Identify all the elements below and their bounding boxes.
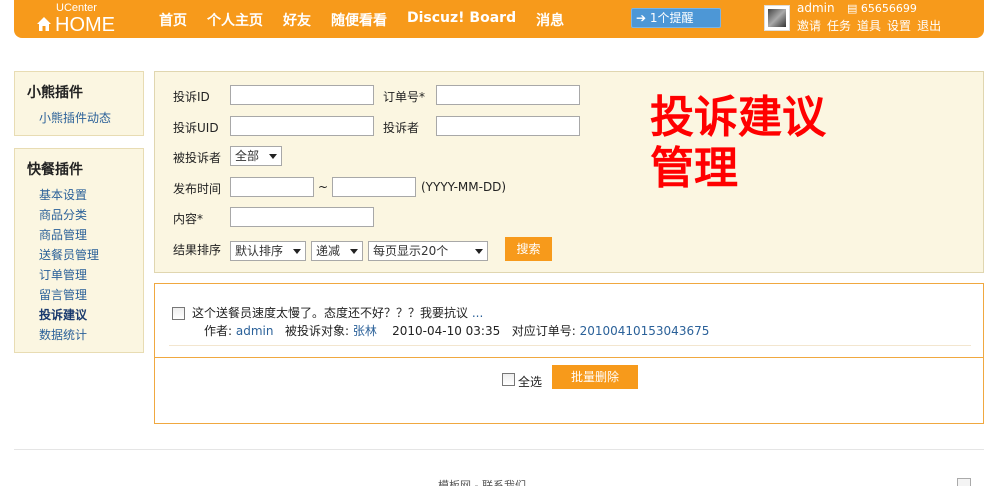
label-complained: 被投诉者 xyxy=(173,151,222,165)
sidebar-title-fastfood: 快餐插件 xyxy=(27,162,83,178)
row-checkbox[interactable] xyxy=(172,307,185,320)
batch-delete-button[interactable]: 批量删除 xyxy=(552,365,638,389)
nav-home[interactable]: 首页 xyxy=(159,10,187,30)
label-complaint-id: 投诉ID xyxy=(173,90,210,104)
target-link[interactable]: 张林 xyxy=(353,324,377,338)
date-start-input[interactable] xyxy=(230,177,314,197)
link-logout[interactable]: 退出 xyxy=(917,17,941,34)
link-settings[interactable]: 设置 xyxy=(887,17,911,34)
complaint-meta: 作者: admin 被投诉对象: 张林 2010-04-10 03:35 对应订… xyxy=(204,322,709,339)
page-size-select-value: 每页显示20个 xyxy=(373,244,449,258)
target-label: 被投诉对象: xyxy=(284,324,349,338)
order-no-input[interactable] xyxy=(436,85,580,105)
nav-messages[interactable]: 消息 xyxy=(536,10,564,30)
label-publish-time: 发布时间 xyxy=(173,182,222,196)
sidebar-item-categories[interactable]: 商品分类 xyxy=(39,205,143,225)
sidebar-box-bear: 小熊插件 小熊插件动态 xyxy=(14,71,144,136)
coin-icon: ▤ xyxy=(847,2,858,15)
complaint-time: 2010-04-10 03:35 xyxy=(392,324,501,338)
avatar-image xyxy=(768,9,786,27)
select-all-checkbox[interactable] xyxy=(502,373,515,386)
link-invite[interactable]: 邀请 xyxy=(797,17,821,34)
order-link[interactable]: 20100410153043675 xyxy=(580,324,710,338)
complained-select[interactable]: 全部 xyxy=(230,146,282,166)
sidebar-item-complaints[interactable]: 投诉建议 xyxy=(39,305,143,325)
complaint-uid-input[interactable] xyxy=(230,116,374,136)
logo-ucenter: UCenter xyxy=(56,2,97,14)
complaint-more-link[interactable]: ... xyxy=(472,306,483,320)
complaint-content: 这个送餐员速度太慢了。态度还不好？？？我要抗议 xyxy=(192,306,469,320)
page-size-select[interactable]: 每页显示20个 xyxy=(368,241,488,261)
sidebar-item-products[interactable]: 商品管理 xyxy=(39,225,143,245)
content-input[interactable] xyxy=(230,207,374,227)
nav-friends[interactable]: 好友 xyxy=(283,10,311,30)
complaint-text: 这个送餐员速度太慢了。态度还不好？？？我要抗议 ... xyxy=(192,304,483,321)
user-score-value: 65656699 xyxy=(860,2,917,15)
sidebar-box-fastfood: 快餐插件 基本设置 商品分类 商品管理 送餐员管理 订单管理 留言管理 投诉建议… xyxy=(14,148,144,353)
sort-select[interactable]: 默认排序 xyxy=(230,241,306,261)
sidebar-item-messages[interactable]: 留言管理 xyxy=(39,285,143,305)
page-title-line2: 管理 xyxy=(650,143,738,194)
order-select[interactable]: 递减 xyxy=(311,241,363,261)
complaint-id-input[interactable] xyxy=(230,85,374,105)
search-panel: 投诉ID 订单号* 投诉UID 投诉者 被投诉者 全部 发布时间 ~ (YYYY… xyxy=(154,71,984,273)
date-separator: ~ xyxy=(318,180,329,194)
footer-text[interactable]: 模板网 - 联系我们 xyxy=(438,477,526,486)
logo-home: HOME xyxy=(36,14,115,36)
section-divider xyxy=(155,357,983,358)
author-link[interactable]: admin xyxy=(236,324,274,338)
user-links: 邀请 任务 道具 设置 退出 xyxy=(797,17,941,34)
chevron-down-icon xyxy=(269,154,277,159)
link-items[interactable]: 道具 xyxy=(857,17,881,34)
date-end-input[interactable] xyxy=(332,177,416,197)
top-header: UCenter HOME 首页 个人主页 好友 随便看看 Discuz! Boa… xyxy=(14,0,984,38)
results-panel: 这个送餐员速度太慢了。态度还不好？？？我要抗议 ... 作者: admin 被投… xyxy=(154,283,984,424)
main-nav: 首页 个人主页 好友 随便看看 Discuz! Board 消息 xyxy=(159,10,584,30)
nav-browse[interactable]: 随便看看 xyxy=(331,10,387,30)
sidebar-item-basic-settings[interactable]: 基本设置 xyxy=(39,185,143,205)
sidebar-title-bear: 小熊插件 xyxy=(27,85,83,101)
date-format-hint: (YYYY-MM-DD) xyxy=(421,180,507,194)
chevron-down-icon xyxy=(475,249,483,254)
notice-arrow-icon: ➔ xyxy=(636,11,647,25)
sort-select-value: 默认排序 xyxy=(235,244,284,258)
logo-home-text: HOME xyxy=(55,14,115,36)
page-title-line1: 投诉建议 xyxy=(650,92,826,143)
order-label: 对应订单号: xyxy=(511,324,576,338)
complained-select-value: 全部 xyxy=(235,149,260,163)
author-label: 作者: xyxy=(204,324,233,338)
notice-badge[interactable]: ➔ 1个提醒 xyxy=(631,8,721,28)
label-sort: 结果排序 xyxy=(173,243,222,257)
nav-discuz[interactable]: Discuz! Board xyxy=(407,10,516,30)
link-tasks[interactable]: 任务 xyxy=(827,17,851,34)
search-button[interactable]: 搜索 xyxy=(505,237,552,261)
back-to-top-icon[interactable] xyxy=(957,478,971,486)
complainant-input[interactable] xyxy=(436,116,580,136)
home-icon xyxy=(37,17,51,31)
order-select-value: 递减 xyxy=(316,244,341,258)
chevron-down-icon xyxy=(350,249,358,254)
label-complainant: 投诉者 xyxy=(383,121,420,135)
row-divider xyxy=(169,345,971,346)
select-all-label[interactable]: 全选 xyxy=(518,373,542,390)
sidebar-item-statistics[interactable]: 数据统计 xyxy=(39,325,143,345)
user-score: ▤ 65656699 xyxy=(847,2,917,15)
notice-text: 1个提醒 xyxy=(649,11,694,25)
page-title: 投诉建议 管理 xyxy=(650,92,826,194)
user-name[interactable]: admin xyxy=(797,1,835,15)
sidebar-item-bear-news[interactable]: 小熊插件动态 xyxy=(39,108,143,128)
chevron-down-icon xyxy=(293,249,301,254)
label-content: 内容* xyxy=(173,212,204,226)
footer-divider xyxy=(14,449,984,450)
label-complaint-uid: 投诉UID xyxy=(173,121,219,135)
label-order-no: 订单号* xyxy=(383,90,426,104)
avatar[interactable] xyxy=(764,5,790,31)
sidebar-item-orders[interactable]: 订单管理 xyxy=(39,265,143,285)
sidebar-item-couriers[interactable]: 送餐员管理 xyxy=(39,245,143,265)
nav-profile[interactable]: 个人主页 xyxy=(207,10,263,30)
